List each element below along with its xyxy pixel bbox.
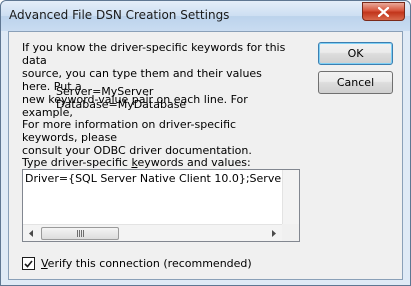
horizontal-scrollbar[interactable] — [23, 224, 282, 241]
keywords-input[interactable]: Driver={SQL Server Native Client 10.0};S… — [25, 172, 283, 224]
dialog-body: If you know the driver-specific keywords… — [8, 31, 403, 280]
title-bar[interactable]: Advanced File DSN Creation Settings — [1, 1, 410, 31]
scroll-right-button[interactable] — [265, 225, 282, 242]
instructions-line: If you know the driver-specific keywords… — [22, 41, 286, 67]
keywords-editbox[interactable]: Driver={SQL Server Native Client 10.0};S… — [22, 169, 300, 242]
window-title: Advanced File DSN Creation Settings — [9, 8, 230, 22]
example-server: Server=MyServer — [56, 85, 154, 98]
arrow-left-icon — [29, 230, 33, 237]
dialog-window: Advanced File DSN Creation Settings If y… — [0, 0, 411, 286]
scrollbar-corner — [282, 224, 299, 241]
verify-connection-option[interactable]: Verify this connection (recommended) — [22, 257, 252, 270]
example-database: Database=MyDatabase — [56, 98, 187, 111]
vertical-scrollbar[interactable] — [282, 170, 299, 224]
more-info-line: For more information on driver-specific … — [22, 118, 237, 144]
keywords-label: Type driver-specific keywords and values… — [22, 156, 251, 169]
cancel-button[interactable]: Cancel — [318, 71, 393, 94]
scroll-thumb[interactable] — [41, 227, 119, 240]
arrow-right-icon — [272, 230, 276, 237]
close-button[interactable] — [362, 2, 405, 21]
more-info-text: For more information on driver-specific … — [22, 118, 292, 157]
verify-checkbox[interactable] — [22, 257, 35, 270]
close-icon — [378, 6, 389, 17]
grip-icon — [76, 230, 84, 237]
verify-label: Verify this connection (recommended) — [41, 257, 252, 270]
ok-button[interactable]: OK — [318, 42, 393, 65]
checkmark-icon — [24, 259, 33, 268]
scroll-left-button[interactable] — [23, 225, 40, 242]
